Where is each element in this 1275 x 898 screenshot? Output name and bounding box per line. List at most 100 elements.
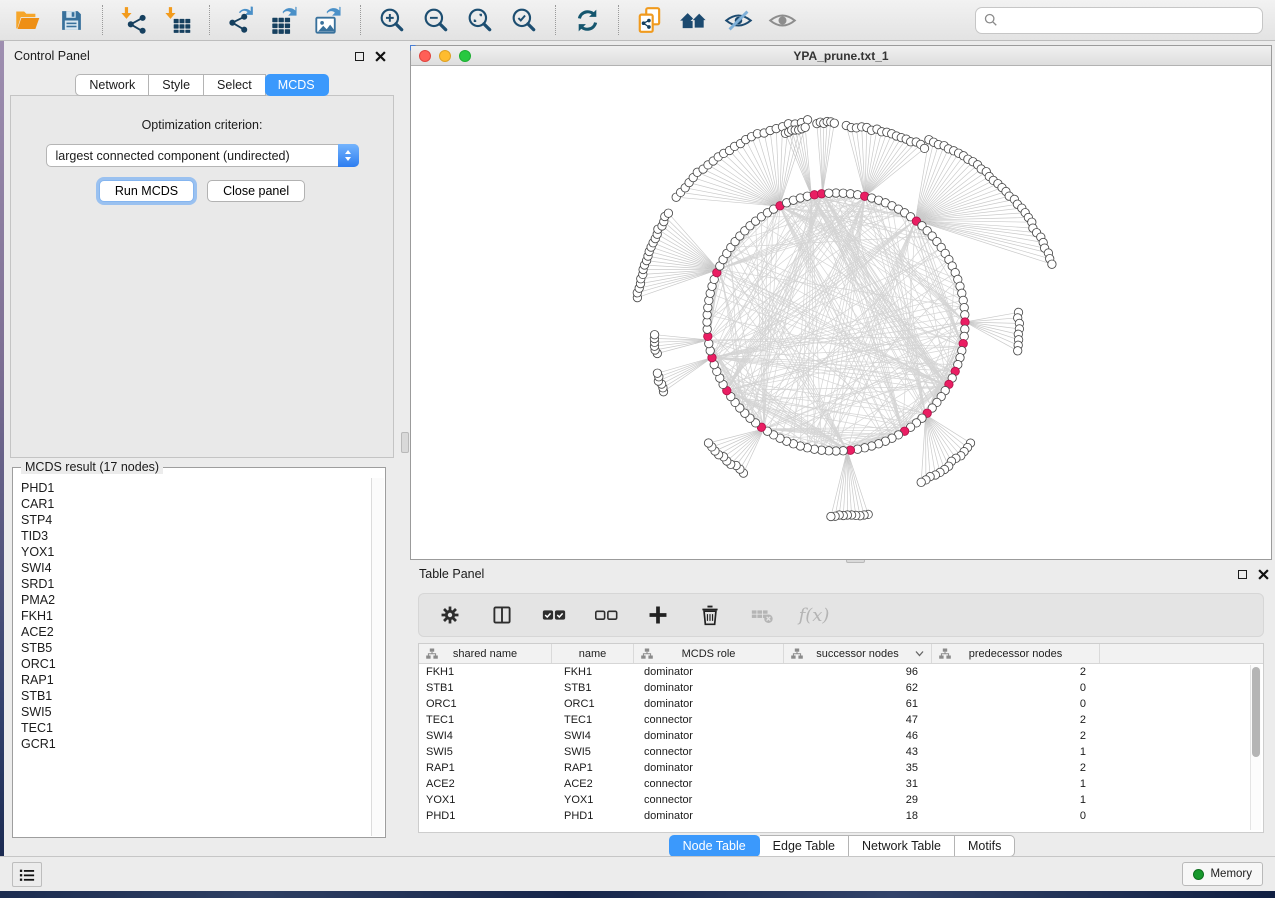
delete-column-button[interactable] bbox=[695, 600, 725, 630]
tab-mcds[interactable]: MCDS bbox=[265, 74, 329, 96]
fit-content-button[interactable] bbox=[465, 5, 495, 35]
column-header-name[interactable]: name bbox=[552, 644, 634, 663]
column-header-successor-nodes[interactable]: successor nodes bbox=[784, 644, 932, 663]
columns-icon bbox=[491, 604, 513, 626]
deselect-all-rows-button[interactable] bbox=[591, 600, 621, 630]
table-settings-button[interactable] bbox=[435, 600, 465, 630]
clone-network-icon bbox=[636, 6, 664, 34]
table-row[interactable]: STB1STB1dominator620 bbox=[419, 680, 1263, 696]
mcds-result-item[interactable]: SWI4 bbox=[21, 560, 370, 576]
tab-style[interactable]: Style bbox=[149, 74, 204, 96]
mcds-result-item[interactable]: PHD1 bbox=[21, 480, 370, 496]
node-table-header: shared name nameMCDS rolesuccessor nodesp… bbox=[419, 644, 1263, 664]
table-toolbar: f(x) bbox=[418, 593, 1264, 637]
export-network-button[interactable] bbox=[226, 5, 256, 35]
zoom-selected-button[interactable] bbox=[509, 5, 539, 35]
table-row[interactable]: PHD1PHD1dominator180 bbox=[419, 808, 1263, 824]
close-panel-icon[interactable] bbox=[375, 51, 386, 62]
network-canvas[interactable] bbox=[411, 66, 1271, 558]
tab-edge-table[interactable]: Edge Table bbox=[760, 835, 849, 857]
table-row[interactable]: FKH1FKH1dominator962 bbox=[419, 664, 1263, 680]
cell-mcds_role: dominator bbox=[634, 680, 784, 696]
cell-shared_name: YOX1 bbox=[419, 792, 552, 808]
mcds-result-item[interactable]: TEC1 bbox=[21, 720, 370, 736]
mcds-result-item[interactable]: SRD1 bbox=[21, 576, 370, 592]
table-scrollbar[interactable] bbox=[1250, 665, 1261, 830]
table-row[interactable]: TEC1TEC1connector472 bbox=[419, 712, 1263, 728]
hide-selected-button[interactable] bbox=[723, 5, 753, 35]
close-table-panel-icon[interactable] bbox=[1258, 569, 1269, 580]
first-neighbors-button[interactable] bbox=[679, 5, 709, 35]
table-row[interactable]: ACE2ACE2connector311 bbox=[419, 776, 1263, 792]
open-file-button[interactable] bbox=[12, 5, 42, 35]
mcds-result-item[interactable]: PMA2 bbox=[21, 592, 370, 608]
cell-mcds_role: connector bbox=[634, 792, 784, 808]
cell-successor_nodes: 47 bbox=[784, 712, 932, 728]
float-panel-icon[interactable] bbox=[355, 52, 364, 61]
mcds-list-scrollbar[interactable] bbox=[371, 478, 384, 836]
float-table-panel-icon[interactable] bbox=[1238, 570, 1247, 579]
cell-name: PHD1 bbox=[552, 808, 634, 824]
mcds-result-item[interactable]: YOX1 bbox=[21, 544, 370, 560]
column-header-shared-name[interactable]: shared name bbox=[419, 644, 552, 663]
add-column-button[interactable] bbox=[643, 600, 673, 630]
cell-name: YOX1 bbox=[552, 792, 634, 808]
vertical-splitter-handle[interactable] bbox=[401, 432, 409, 453]
show-all-button[interactable] bbox=[767, 5, 797, 35]
show-panel-list-button[interactable] bbox=[12, 862, 42, 887]
table-row[interactable]: YOX1YOX1connector291 bbox=[419, 792, 1263, 808]
toolbar-separator bbox=[102, 5, 103, 35]
mcds-result-item[interactable]: SWI5 bbox=[21, 704, 370, 720]
zoom-in-button[interactable] bbox=[377, 5, 407, 35]
run-mcds-button[interactable]: Run MCDS bbox=[99, 180, 194, 202]
search-input[interactable] bbox=[1004, 12, 1254, 28]
save-session-button[interactable] bbox=[56, 5, 86, 35]
select-all-rows-button[interactable] bbox=[539, 600, 569, 630]
mcds-result-item[interactable]: STB5 bbox=[21, 640, 370, 656]
table-row[interactable]: ORC1ORC1dominator610 bbox=[419, 696, 1263, 712]
import-network-button[interactable] bbox=[119, 5, 149, 35]
export-image-button[interactable] bbox=[314, 5, 344, 35]
mcds-result-item[interactable]: ORC1 bbox=[21, 656, 370, 672]
tab-motifs[interactable]: Motifs bbox=[955, 835, 1015, 857]
zoom-fit-icon bbox=[466, 6, 494, 34]
network-titlebar[interactable]: YPA_prune.txt_1 bbox=[411, 46, 1271, 66]
mcds-result-item[interactable]: ACE2 bbox=[21, 624, 370, 640]
zoom-in-icon bbox=[378, 6, 406, 34]
mcds-result-item[interactable]: STP4 bbox=[21, 512, 370, 528]
zoom-out-button[interactable] bbox=[421, 5, 451, 35]
tree-icon bbox=[641, 648, 653, 660]
mcds-result-item[interactable]: TID3 bbox=[21, 528, 370, 544]
tab-select[interactable]: Select bbox=[204, 74, 266, 96]
import-table-button[interactable] bbox=[163, 5, 193, 35]
node-table-body: FKH1FKH1dominator962STB1STB1dominator620… bbox=[419, 664, 1263, 824]
tab-network-table[interactable]: Network Table bbox=[849, 835, 955, 857]
column-header-predecessor-nodes[interactable]: predecessor nodes bbox=[932, 644, 1100, 663]
tab-node-table[interactable]: Node Table bbox=[669, 835, 760, 857]
table-row[interactable]: RAP1RAP1dominator352 bbox=[419, 760, 1263, 776]
table-panel-title: Table Panel bbox=[419, 567, 484, 581]
close-panel-button[interactable]: Close panel bbox=[207, 180, 305, 202]
refresh-view-button[interactable] bbox=[572, 5, 602, 35]
cell-successor_nodes: 35 bbox=[784, 760, 932, 776]
column-label: shared name bbox=[453, 648, 517, 660]
mcds-result-item[interactable]: FKH1 bbox=[21, 608, 370, 624]
clone-network-button[interactable] bbox=[635, 5, 665, 35]
memory-button[interactable]: Memory bbox=[1182, 862, 1263, 886]
table-scrollbar-thumb[interactable] bbox=[1252, 667, 1260, 757]
tab-network[interactable]: Network bbox=[75, 74, 149, 96]
eye-slash-icon bbox=[724, 6, 753, 35]
mcds-result-item[interactable]: GCR1 bbox=[21, 736, 370, 752]
mcds-result-item[interactable]: RAP1 bbox=[21, 672, 370, 688]
table-row[interactable]: SWI4SWI4dominator462 bbox=[419, 728, 1263, 744]
export-table-button[interactable] bbox=[270, 5, 300, 35]
mcds-result-list[interactable]: PHD1CAR1STP4TID3YOX1SWI4SRD1PMA2FKH1ACE2… bbox=[13, 480, 370, 836]
table-row[interactable]: SWI5SWI5connector431 bbox=[419, 744, 1263, 760]
show-columns-button[interactable] bbox=[487, 600, 517, 630]
optimization-criterion-select[interactable]: largest connected component (undirected) bbox=[46, 144, 359, 167]
cell-predecessor_nodes: 2 bbox=[932, 728, 1100, 744]
mcds-result-item[interactable]: CAR1 bbox=[21, 496, 370, 512]
column-header-MCDS-role[interactable]: MCDS role bbox=[634, 644, 784, 663]
table-tabs: Node TableEdge TableNetwork TableMotifs bbox=[410, 835, 1275, 857]
mcds-result-item[interactable]: STB1 bbox=[21, 688, 370, 704]
